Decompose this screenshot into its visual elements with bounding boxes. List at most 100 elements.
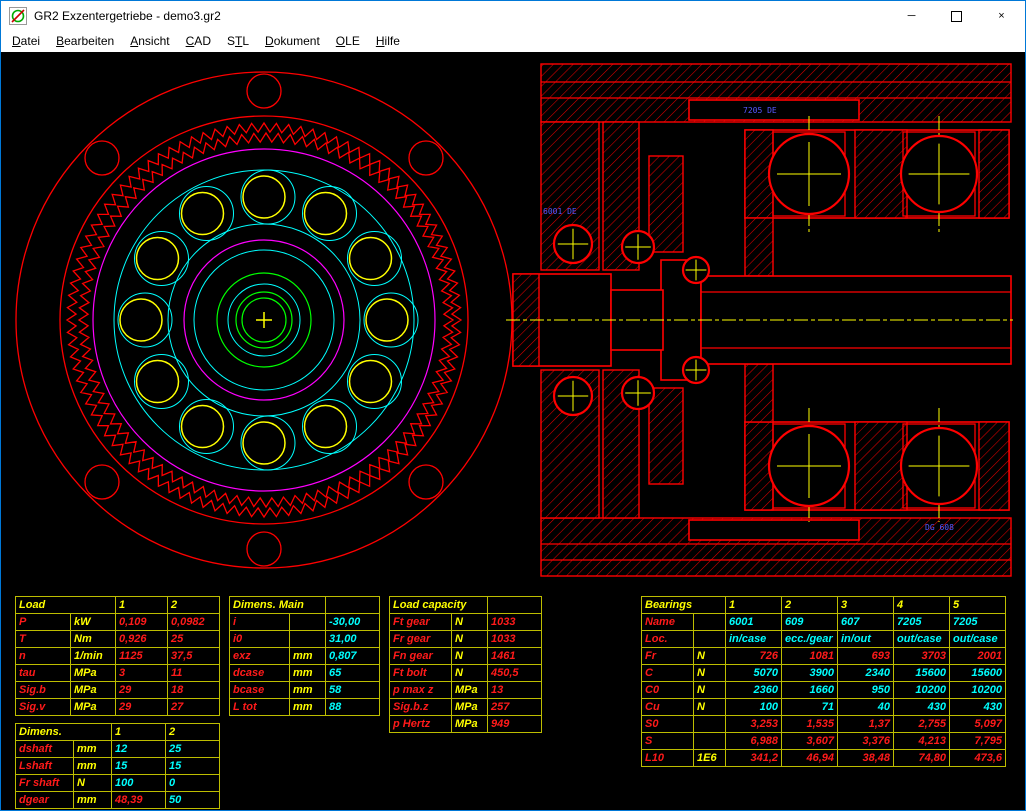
table-cell: out/case [894,631,950,648]
table-row: Fr shaftN1000 [16,775,220,792]
window-controls: ─ × [889,1,1024,31]
table-cell: dshaft [16,741,74,758]
table-cell: 0,807 [326,648,380,665]
table-cell: Name [642,614,694,631]
menu-item-datei[interactable]: Datei [4,31,48,52]
table-cell: mm [290,648,326,665]
table-row: S6,9883,6073,3764,2137,795 [642,733,1006,750]
table-cell: 6001 [726,614,782,631]
table-row: i-30,00 [230,614,380,631]
close-icon: × [998,10,1004,22]
table-cell: 1 [726,597,782,614]
table-cell: i [230,614,290,631]
table-cell: ecc./gear [782,631,838,648]
table-cell: 1E6 [694,750,726,767]
table-cell: mm [290,699,326,716]
table-cell: 450,5 [488,665,542,682]
minimize-icon: ─ [908,10,916,22]
table-cell: 2 [782,597,838,614]
drawing-canvas[interactable]: 7205 DE 6001 DE DG 608 [1,52,1026,592]
table-cell [694,716,726,733]
table-row: Loc.in/caseecc./gearin/outout/caseout/ca… [642,631,1006,648]
table-cell: 48,39 [112,792,166,809]
table-cell: 609 [782,614,838,631]
menu-item-hilfe[interactable]: Hilfe [368,31,408,52]
close-button[interactable]: × [979,1,1024,31]
table-cell: out/case [950,631,1006,648]
table-cell: 74,80 [894,750,950,767]
section-view: 7205 DE 6001 DE DG 608 [506,64,1013,576]
table-cell: Fr shaft [16,775,74,792]
table-cell: 3,376 [838,733,894,750]
table-cell: 1033 [488,614,542,631]
table-row: Sig.bMPa2918 [16,682,220,699]
table-cell: 10200 [950,682,1006,699]
table-row: Dimens. Main [230,597,380,614]
table-cell: 7205 [950,614,1006,631]
table-cell: MPa [452,699,488,716]
table-cell: p Hertz [390,716,452,733]
app-window: GR2 Exzentergetriebe - demo3.gr2 ─ × Dat… [0,0,1026,811]
table-cell: 88 [326,699,380,716]
table-row: Lshaftmm1515 [16,758,220,775]
table-row: exzmm0,807 [230,648,380,665]
table-cell: N [452,648,488,665]
annotation-bearing-7205: 7205 DE [743,106,777,115]
table-cell: MPa [71,682,116,699]
menu-item-cad[interactable]: CAD [178,31,219,52]
table-cell: 29 [116,682,168,699]
table-row: FrN726108169337032001 [642,648,1006,665]
table-cell: 58 [326,682,380,699]
table-cell: N [694,699,726,716]
table-cell: Sig.b.z [390,699,452,716]
table-row: Load capacity [390,597,542,614]
table-row: PkW0,1090,0982 [16,614,220,631]
table-cell: Fr gear [390,631,452,648]
table-cell: 7,795 [950,733,1006,750]
table-cell: 1,535 [782,716,838,733]
table-cell: 1 [112,724,166,741]
table-row: Ft gearN1033 [390,614,542,631]
table-cell [694,733,726,750]
table-cell: bcase [230,682,290,699]
table-cell: 726 [726,648,782,665]
table-cell: 4,213 [894,733,950,750]
table-cell [694,631,726,648]
table-row: Sig.b.zMPa257 [390,699,542,716]
maximize-button[interactable] [934,1,979,31]
table-cell: 0,109 [116,614,168,631]
table-cell: Nm [71,631,116,648]
table-row: CN5070390023401560015600 [642,665,1006,682]
table-row: dshaftmm1225 [16,741,220,758]
table-cell: kW [71,614,116,631]
front-view [16,72,512,568]
dimens-main-table: Dimens. Maini-30,00i031,00exzmm0,807dcas… [229,596,380,716]
table-row: Ft boltN450,5 [390,665,542,682]
table-row: tauMPa311 [16,665,220,682]
table-cell: N [694,682,726,699]
table-cell: L tot [230,699,290,716]
table-cell: 2001 [950,648,1006,665]
table-row: S03,2531,5351,372,7555,097 [642,716,1006,733]
table-row: dgearmm48,3950 [16,792,220,809]
table-cell: 27 [168,699,220,716]
table-row: TNm0,92625 [16,631,220,648]
table-cell: in/out [838,631,894,648]
menu-item-dokument[interactable]: Dokument [257,31,328,52]
table-cell: 1/min [71,648,116,665]
table-cell: 950 [838,682,894,699]
table-cell [290,614,326,631]
menu-item-ole[interactable]: OLE [328,31,368,52]
title-bar[interactable]: GR2 Exzentergetriebe - demo3.gr2 ─ × [1,1,1025,31]
table-cell: 7205 [894,614,950,631]
table-cell: p max z [390,682,452,699]
table-row: L101E6341,246,9438,4874,80473,6 [642,750,1006,767]
menu-item-bearbeiten[interactable]: Bearbeiten [48,31,122,52]
menu-item-ansicht[interactable]: Ansicht [122,31,177,52]
menu-item-stl[interactable]: STL [219,31,257,52]
minimize-button[interactable]: ─ [889,1,934,31]
table-cell: N [452,614,488,631]
table-cell: dgear [16,792,74,809]
table-cell: 11 [168,665,220,682]
table-row: p HertzMPa949 [390,716,542,733]
